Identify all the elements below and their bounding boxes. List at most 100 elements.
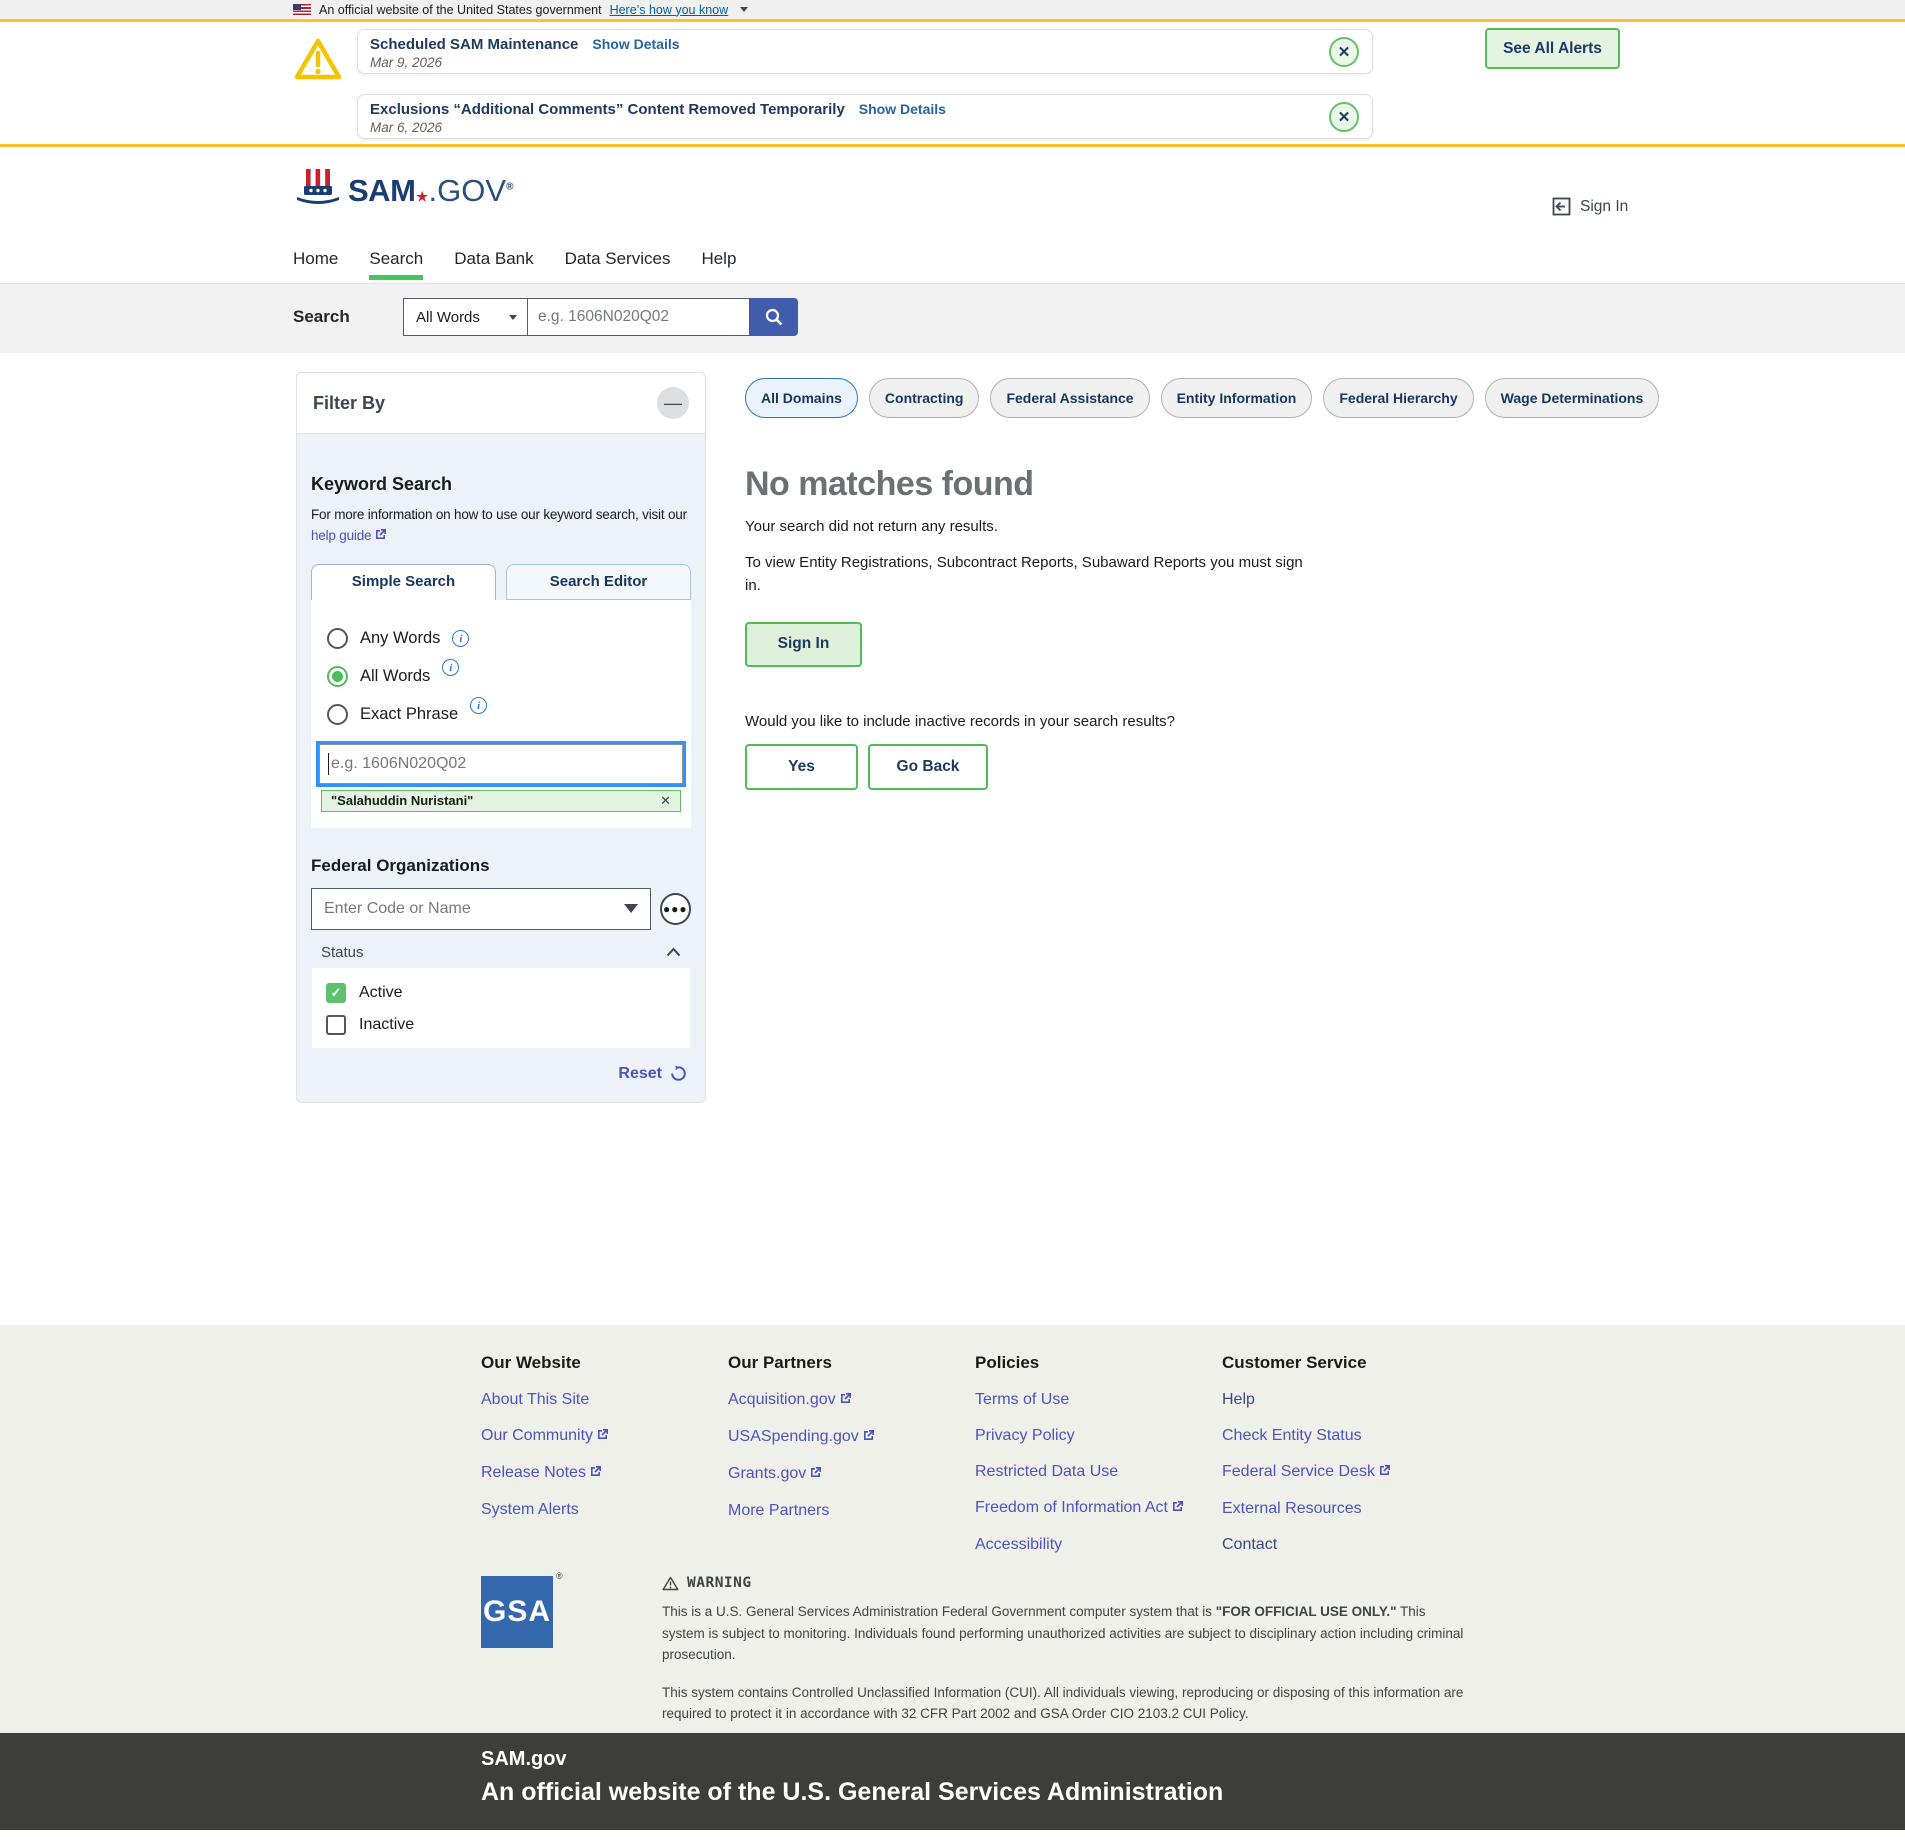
chevron-down-icon [509, 315, 517, 320]
footer-link-our-community[interactable]: Our Community [481, 1427, 721, 1446]
global-search-input[interactable] [528, 298, 750, 336]
alert-title: Exclusions “Additional Comments” Content… [370, 101, 845, 118]
footer-link-restricted-data-use[interactable]: Restricted Data Use [975, 1463, 1215, 1481]
external-link-icon [862, 1429, 875, 1447]
footer-link-usaspending-gov[interactable]: USASpending.gov [728, 1428, 968, 1447]
footer-link-check-entity-status[interactable]: Check Entity Status [1222, 1427, 1462, 1445]
footer-link-federal-service-desk[interactable]: Federal Service Desk [1222, 1463, 1462, 1482]
footer-link-release-notes[interactable]: Release Notes [481, 1464, 721, 1483]
external-link-icon [1171, 1500, 1184, 1518]
warning-paragraph-2: This system contains Controlled Unclassi… [662, 1682, 1472, 1725]
footer-heading-our-website: Our Website [481, 1353, 721, 1373]
footer-link-about-this-site[interactable]: About This Site [481, 1391, 721, 1409]
domain-tab-wage-determinations[interactable]: Wage Determinations [1485, 378, 1660, 418]
chevron-down-icon [624, 904, 638, 913]
site-footer: SAM.gov An official website of the U.S. … [0, 1733, 1905, 1830]
warning-section: GSA ® WARNING This is a U.S. General Ser… [0, 1553, 1905, 1733]
sign-in-link[interactable]: Sign In [1552, 197, 1628, 216]
warning-icon [662, 1576, 679, 1591]
footer-nav: Our Website About This Site Our Communit… [0, 1325, 1905, 1553]
sam-gov-logo[interactable]: SAM★.GOV® [293, 167, 513, 215]
info-icon[interactable]: i [470, 697, 487, 714]
show-details-link[interactable]: Show Details [592, 36, 679, 52]
filter-panel-title: Filter By [313, 393, 385, 414]
federal-organizations-placeholder: Enter Code or Name [324, 900, 471, 918]
radio-all-words[interactable] [327, 666, 348, 687]
reset-icon [670, 1065, 687, 1082]
warning-triangle-icon [293, 36, 343, 82]
tab-simple-search[interactable]: Simple Search [311, 564, 496, 600]
how-you-know-link[interactable]: Here’s how you know [610, 3, 729, 17]
checkbox-inactive-label: Inactive [359, 1016, 414, 1034]
domain-tab-contracting[interactable]: Contracting [869, 378, 980, 418]
show-details-link[interactable]: Show Details [859, 101, 946, 117]
close-alert-button[interactable]: ✕ [1329, 37, 1359, 67]
checkbox-inactive[interactable] [326, 1015, 346, 1035]
go-back-button[interactable]: Go Back [868, 744, 988, 790]
footer-link-privacy-policy[interactable]: Privacy Policy [975, 1427, 1215, 1445]
tab-search-editor[interactable]: Search Editor [506, 564, 691, 600]
see-all-alerts-button[interactable]: See All Alerts [1485, 28, 1620, 69]
collapse-filters-button[interactable]: — [657, 387, 689, 419]
external-link-icon [589, 1465, 602, 1483]
footer-heading-our-partners: Our Partners [728, 1353, 968, 1373]
domain-tab-federal-hierarchy[interactable]: Federal Hierarchy [1323, 378, 1473, 418]
radio-all-words-label: All Words [360, 667, 430, 686]
remove-chip-icon[interactable]: ✕ [660, 793, 671, 809]
yes-button[interactable]: Yes [745, 744, 858, 790]
nav-item-home[interactable]: Home [293, 234, 338, 284]
info-icon[interactable]: i [452, 630, 469, 647]
help-guide-link[interactable]: help guide [311, 528, 371, 543]
sign-in-button[interactable]: Sign In [745, 622, 862, 667]
logo-gov-text: .GOV [429, 173, 507, 208]
sign-in-icon [1552, 197, 1571, 216]
nav-item-help[interactable]: Help [701, 234, 736, 284]
gsa-registered-mark: ® [556, 1571, 563, 1581]
gov-banner-text: An official website of the United States… [319, 3, 602, 17]
footer-link-more-partners[interactable]: More Partners [728, 1502, 968, 1520]
radio-any-words-label: Any Words [360, 629, 440, 648]
more-options-button[interactable]: ●●● [660, 893, 691, 925]
chevron-up-icon[interactable] [666, 947, 681, 957]
close-alert-button[interactable]: ✕ [1329, 102, 1359, 132]
nav-item-search[interactable]: Search [369, 234, 423, 284]
footer-link-external-resources[interactable]: External Resources [1222, 1500, 1462, 1518]
warning-paragraph-1: This is a U.S. General Services Administ… [662, 1601, 1472, 1666]
federal-organizations-input[interactable]: Enter Code or Name [311, 888, 651, 930]
external-link-icon [596, 1428, 609, 1446]
search-submit-button[interactable] [750, 298, 798, 336]
radio-exact-phrase[interactable] [327, 704, 348, 725]
search-label: Search [293, 307, 350, 327]
footer-link-contact[interactable]: Contact [1222, 1536, 1462, 1554]
status-label: Status [321, 944, 364, 961]
footer-link-system-alerts[interactable]: System Alerts [481, 1501, 721, 1519]
footer-link-terms-of-use[interactable]: Terms of Use [975, 1391, 1215, 1409]
reset-filters[interactable]: Reset [311, 1065, 691, 1083]
footer-link-acquisition-gov[interactable]: Acquisition.gov [728, 1391, 968, 1410]
search-mode-select[interactable]: All Words [403, 298, 528, 336]
radio-any-words[interactable] [327, 628, 348, 649]
domain-tab-all-domains[interactable]: All Domains [745, 378, 858, 418]
domain-tab-entity-information[interactable]: Entity Information [1161, 378, 1313, 418]
registered-mark: ® [506, 182, 513, 193]
footer-link-grants-gov[interactable]: Grants.gov [728, 1465, 968, 1484]
keyword-input[interactable]: e.g. 1606N020Q02 [319, 744, 683, 784]
reset-label: Reset [618, 1065, 662, 1083]
alert-card: Scheduled SAM Maintenance Show Details M… [357, 29, 1373, 74]
footer-link-accessibility[interactable]: Accessibility [975, 1536, 1215, 1554]
no-results-message: Your search did not return any results. [745, 518, 1625, 535]
gov-banner: An official website of the United States… [0, 0, 1905, 22]
footer-link-help[interactable]: Help [1222, 1391, 1462, 1409]
nav-item-data-bank[interactable]: Data Bank [454, 234, 533, 284]
search-icon [764, 307, 784, 327]
footer-link-foia[interactable]: Freedom of Information Act [975, 1499, 1215, 1518]
nav-item-data-services[interactable]: Data Services [565, 234, 671, 284]
checkbox-active[interactable]: ✓ [326, 983, 346, 1003]
filter-panel: Filter By — Keyword Search For more info… [296, 372, 706, 1103]
search-mode-value: All Words [416, 309, 480, 326]
us-flag-icon [293, 4, 311, 15]
domain-tab-federal-assistance[interactable]: Federal Assistance [990, 378, 1149, 418]
keyword-help-text: For more information on how to use our k… [311, 507, 687, 522]
site-footer-title: SAM.gov [481, 1748, 1905, 1771]
info-icon[interactable]: i [442, 659, 459, 676]
